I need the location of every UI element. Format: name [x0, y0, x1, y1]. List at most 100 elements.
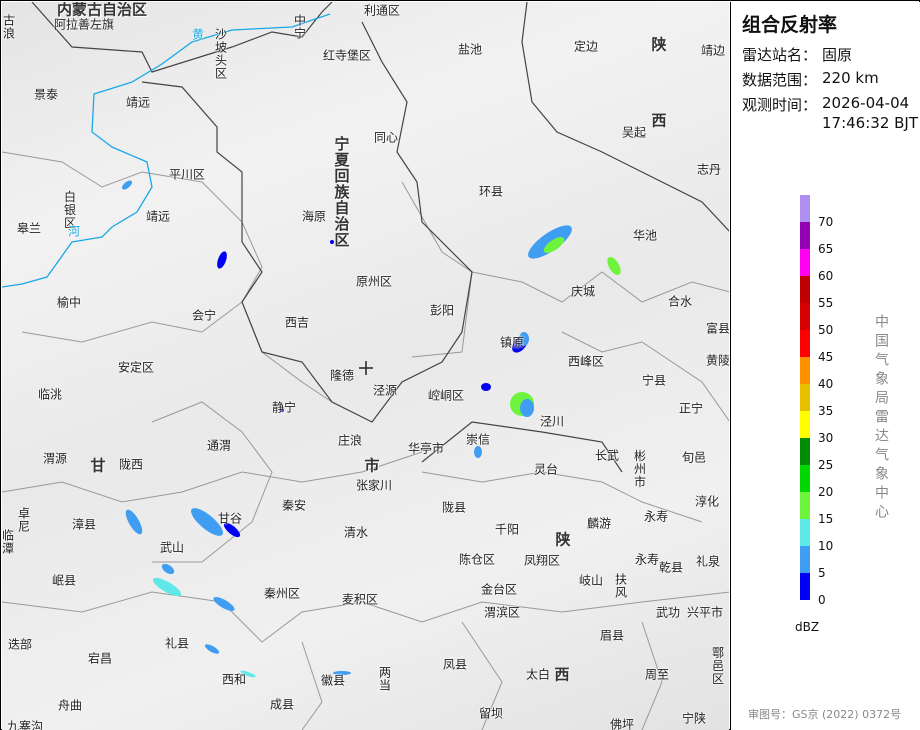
place-label: 静宁 [271, 400, 297, 415]
place-label: 张家川 [355, 478, 393, 493]
place-label: 泾川 [539, 414, 565, 429]
legend-tick: 30 [818, 431, 834, 445]
place-label: 华亭市 [407, 441, 445, 456]
color-legend [800, 195, 810, 600]
place-label: 永寿 [643, 509, 669, 524]
legend-swatch [800, 330, 810, 357]
place-label: 阿拉善左旗 [53, 17, 115, 32]
place-label: 礼泉 [695, 554, 721, 569]
radar-echo [125, 509, 143, 535]
station-label: 雷达站名： [742, 46, 818, 64]
legend-swatch [800, 519, 810, 546]
map-approval-number: 审图号：GS京 (2022) 0372号 [748, 708, 902, 721]
legend-tick: 0 [818, 593, 826, 607]
time-value: 17:46:32 BJT [822, 114, 919, 132]
place-label: 清水 [343, 525, 369, 540]
place-label: 同心 [373, 130, 399, 145]
range-row: 数据范围： 220 km [742, 69, 879, 90]
place-label: 原州区 [355, 274, 393, 289]
legend-swatch [800, 249, 810, 276]
place-label: 卓尼 [16, 507, 31, 533]
legend-tick: 55 [818, 296, 834, 310]
place-label: 黄陵 [705, 353, 729, 368]
place-label: 庆城 [570, 284, 596, 299]
range-label: 数据范围： [742, 71, 818, 89]
place-label: 旬邑 [681, 450, 707, 465]
place-label: 甘 [90, 456, 106, 475]
place-label: 黄 [191, 27, 205, 42]
place-label: 华池 [632, 228, 658, 243]
station-row: 雷达站名： 固原 [742, 44, 852, 65]
legend-swatch [800, 438, 810, 465]
place-label: 武山 [159, 540, 185, 555]
time-label: 观测时间： [742, 96, 818, 114]
place-label: 武功 [655, 605, 681, 620]
place-label: 舟曲 [57, 698, 83, 713]
place-label: 彬州市 [632, 449, 647, 489]
province-boundary [521, 2, 729, 232]
legend-tick: 70 [818, 215, 834, 229]
legend-swatch [800, 303, 810, 330]
legend-swatch [800, 384, 810, 411]
place-label: 陕 [555, 530, 571, 549]
legend-swatch [800, 465, 810, 492]
place-label: 榆中 [56, 295, 82, 310]
place-label: 西吉 [284, 315, 310, 330]
place-label: 鄠邑区 [710, 646, 725, 686]
place-label: 岐山 [578, 573, 604, 588]
radar-echo [520, 399, 534, 417]
place-label: 宁县 [641, 373, 667, 388]
place-label: 利通区 [363, 3, 401, 18]
place-label: 市 [364, 456, 380, 475]
place-label: 靖远 [145, 209, 171, 224]
radar-map[interactable]: 内蒙古自治区 阿拉善左旗 古浪 沙坡头区 中宁 利通区 红寺堡区 盐池 定边陕靖边 景泰 靖远 宁夏回… [2, 2, 729, 730]
legend-tick: 15 [818, 512, 834, 526]
crosshair-icon [359, 361, 373, 375]
place-label: 秦州区 [263, 586, 301, 601]
county-boundary [401, 181, 473, 358]
legend-tick: 40 [818, 377, 834, 391]
place-label: 安定区 [117, 360, 155, 375]
place-label: 富县 [705, 321, 729, 336]
place-label: 沙坡头区 [213, 28, 228, 80]
place-label: 景泰 [33, 87, 59, 102]
place-label: 彭阳 [429, 303, 455, 318]
place-label: 周至 [644, 667, 670, 682]
legend-swatch [800, 546, 810, 573]
place-label: 金台区 [480, 582, 518, 597]
place-label: 定边 [573, 39, 599, 54]
place-label: 佛坪 [609, 717, 635, 730]
place-label: 麦积区 [341, 592, 379, 607]
range-value: 220 km [822, 69, 879, 87]
place-label: 皋兰 [16, 221, 42, 236]
radar-echo [481, 383, 491, 391]
county-boundary [301, 641, 323, 730]
place-label: 麟游 [586, 516, 612, 531]
radar-echo [152, 577, 182, 597]
place-label: 临洮 [37, 387, 63, 402]
radar-echo [213, 597, 235, 611]
province-boundary [421, 421, 623, 473]
legend-tick: 60 [818, 269, 834, 283]
place-label: 凤县 [442, 657, 468, 672]
place-label: 靖边 [700, 43, 726, 58]
place-label: 宁夏回族自治区 [332, 136, 351, 248]
place-label: 渭源 [42, 451, 68, 466]
place-label: 红寺堡区 [322, 48, 372, 63]
place-label: 陈仓区 [458, 552, 496, 567]
legend-tick: 25 [818, 458, 834, 472]
legend-swatch [800, 573, 810, 600]
place-label: 盐池 [457, 42, 483, 57]
legend-swatch [800, 411, 810, 438]
place-label: 甘谷 [217, 511, 243, 526]
place-label: 会宁 [191, 308, 217, 323]
organization-watermark: 中国气象局雷达气象中心 [873, 314, 889, 523]
place-label: 兴平市 [686, 605, 724, 620]
county-boundary [2, 151, 333, 403]
place-label: 永寿 [634, 552, 660, 567]
place-label: 泾源 [372, 383, 398, 398]
legend-tick: 65 [818, 242, 834, 256]
legend-tick: 20 [818, 485, 834, 499]
place-label: 宁陕 [681, 711, 707, 726]
place-label: 平川区 [168, 167, 206, 182]
